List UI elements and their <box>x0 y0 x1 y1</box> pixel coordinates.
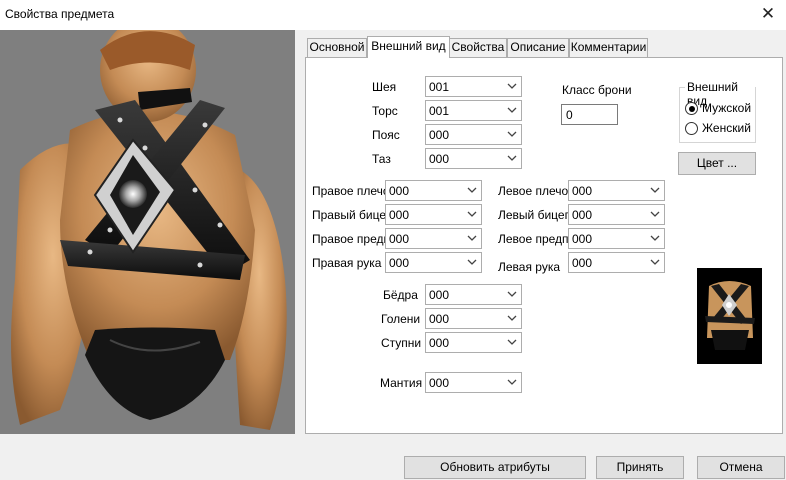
neck-value: 001 <box>429 80 450 94</box>
chevron-down-icon <box>505 125 519 144</box>
model-thumbnail <box>697 268 762 364</box>
right-hand-value: 000 <box>389 256 410 270</box>
chevron-down-icon <box>648 229 662 248</box>
chevron-down-icon <box>648 181 662 200</box>
chevron-down-icon <box>465 181 479 200</box>
robe-select[interactable]: 000 <box>425 372 522 393</box>
radio-circle <box>685 102 698 115</box>
feet-label: Ступни <box>381 336 422 350</box>
left-bicep-select[interactable]: 000 <box>568 204 665 225</box>
robe-label: Мантия <box>380 376 423 390</box>
right-shoulder-value: 000 <box>389 184 410 198</box>
right-hand-label: Правая рука <box>312 256 382 270</box>
pelvis-value: 000 <box>429 152 450 166</box>
right-bicep-value: 000 <box>389 208 410 222</box>
right-hand-select[interactable]: 000 <box>385 252 482 273</box>
right-shoulder-select[interactable]: 000 <box>385 180 482 201</box>
chevron-down-icon <box>505 101 519 120</box>
right-bicep-select[interactable]: 000 <box>385 204 482 225</box>
thumbnail-image <box>705 281 755 350</box>
thighs-value: 000 <box>429 288 450 302</box>
chevron-down-icon <box>505 149 519 168</box>
chevron-down-icon <box>505 285 519 304</box>
tab-appearance[interactable]: Внешний вид <box>367 36 450 58</box>
shins-value: 000 <box>429 312 450 326</box>
right-shoulder-label: Правое плечо <box>312 184 385 198</box>
radio-selected-dot <box>688 105 695 112</box>
shins-label: Голени <box>381 312 421 326</box>
character-model-image <box>11 30 287 430</box>
left-hand-label: Левая рука <box>498 260 561 274</box>
neck-select[interactable]: 001 <box>425 76 522 97</box>
cancel-button[interactable]: Отмена <box>697 456 785 479</box>
close-icon[interactable]: ✕ <box>756 3 780 25</box>
male-label: Мужской <box>702 101 752 115</box>
radio-circle <box>685 122 698 135</box>
feet-value: 000 <box>429 336 450 350</box>
shins-select[interactable]: 000 <box>425 308 522 329</box>
accept-button[interactable]: Принять <box>596 456 684 479</box>
left-hand-value: 000 <box>572 256 593 270</box>
chevron-down-icon <box>505 77 519 96</box>
chevron-down-icon <box>505 333 519 352</box>
belt-select[interactable]: 000 <box>425 124 522 145</box>
tab-main[interactable]: Основной <box>307 38 367 57</box>
pelvis-label: Таз <box>372 152 391 166</box>
color-button[interactable]: Цвет ... <box>678 152 756 175</box>
neck-label: Шея <box>372 80 397 94</box>
pelvis-select[interactable]: 000 <box>425 148 522 169</box>
female-label: Женский <box>702 121 751 135</box>
belt-value: 000 <box>429 128 450 142</box>
left-bicep-label: Левый бицепс <box>498 208 568 222</box>
female-radio[interactable]: Женский <box>685 121 753 137</box>
chevron-down-icon <box>465 253 479 272</box>
thighs-select[interactable]: 000 <box>425 284 522 305</box>
left-shoulder-value: 000 <box>572 184 593 198</box>
torso-label: Торс <box>372 104 398 118</box>
left-forearm-value: 000 <box>572 232 593 246</box>
tab-properties[interactable]: Свойства <box>449 38 507 57</box>
armor-class-input[interactable]: 0 <box>561 104 618 125</box>
tab-comments[interactable]: Комментарии <box>569 38 648 57</box>
left-forearm-select[interactable]: 000 <box>568 228 665 249</box>
update-attributes-button[interactable]: Обновить атрибуты <box>404 456 586 479</box>
chevron-down-icon <box>465 205 479 224</box>
right-forearm-value: 000 <box>389 232 410 246</box>
torso-value: 001 <box>429 104 450 118</box>
chevron-down-icon <box>648 205 662 224</box>
torso-select[interactable]: 001 <box>425 100 522 121</box>
belt-label: Пояс <box>372 128 400 142</box>
window-title: Свойства предмета <box>5 7 115 21</box>
armor-class-label: Класс брони <box>562 83 632 97</box>
right-forearm-label: Правое предплечье <box>312 232 385 246</box>
chevron-down-icon <box>505 373 519 392</box>
title-bar: Свойства предмета ✕ <box>0 0 786 30</box>
left-shoulder-label: Левое плечо <box>498 184 568 198</box>
character-preview[interactable] <box>0 30 295 434</box>
right-bicep-label: Правый бицепс <box>312 208 385 222</box>
left-bicep-value: 000 <box>572 208 593 222</box>
tab-description[interactable]: Описание <box>507 38 569 57</box>
feet-select[interactable]: 000 <box>425 332 522 353</box>
right-forearm-select[interactable]: 000 <box>385 228 482 249</box>
left-forearm-label: Левое предплечье <box>498 232 568 246</box>
left-hand-select[interactable]: 000 <box>568 252 665 273</box>
robe-value: 000 <box>429 376 450 390</box>
appearance-panel: Шея 001 Торс 001 Пояс 000 Таз 000 Класс … <box>305 57 783 434</box>
chevron-down-icon <box>465 229 479 248</box>
chevron-down-icon <box>505 309 519 328</box>
appearance-group: Внешний вид Мужской Женский <box>679 80 756 143</box>
thighs-label: Бёдра <box>383 288 418 302</box>
male-radio[interactable]: Мужской <box>685 101 753 117</box>
chevron-down-icon <box>648 253 662 272</box>
left-shoulder-select[interactable]: 000 <box>568 180 665 201</box>
